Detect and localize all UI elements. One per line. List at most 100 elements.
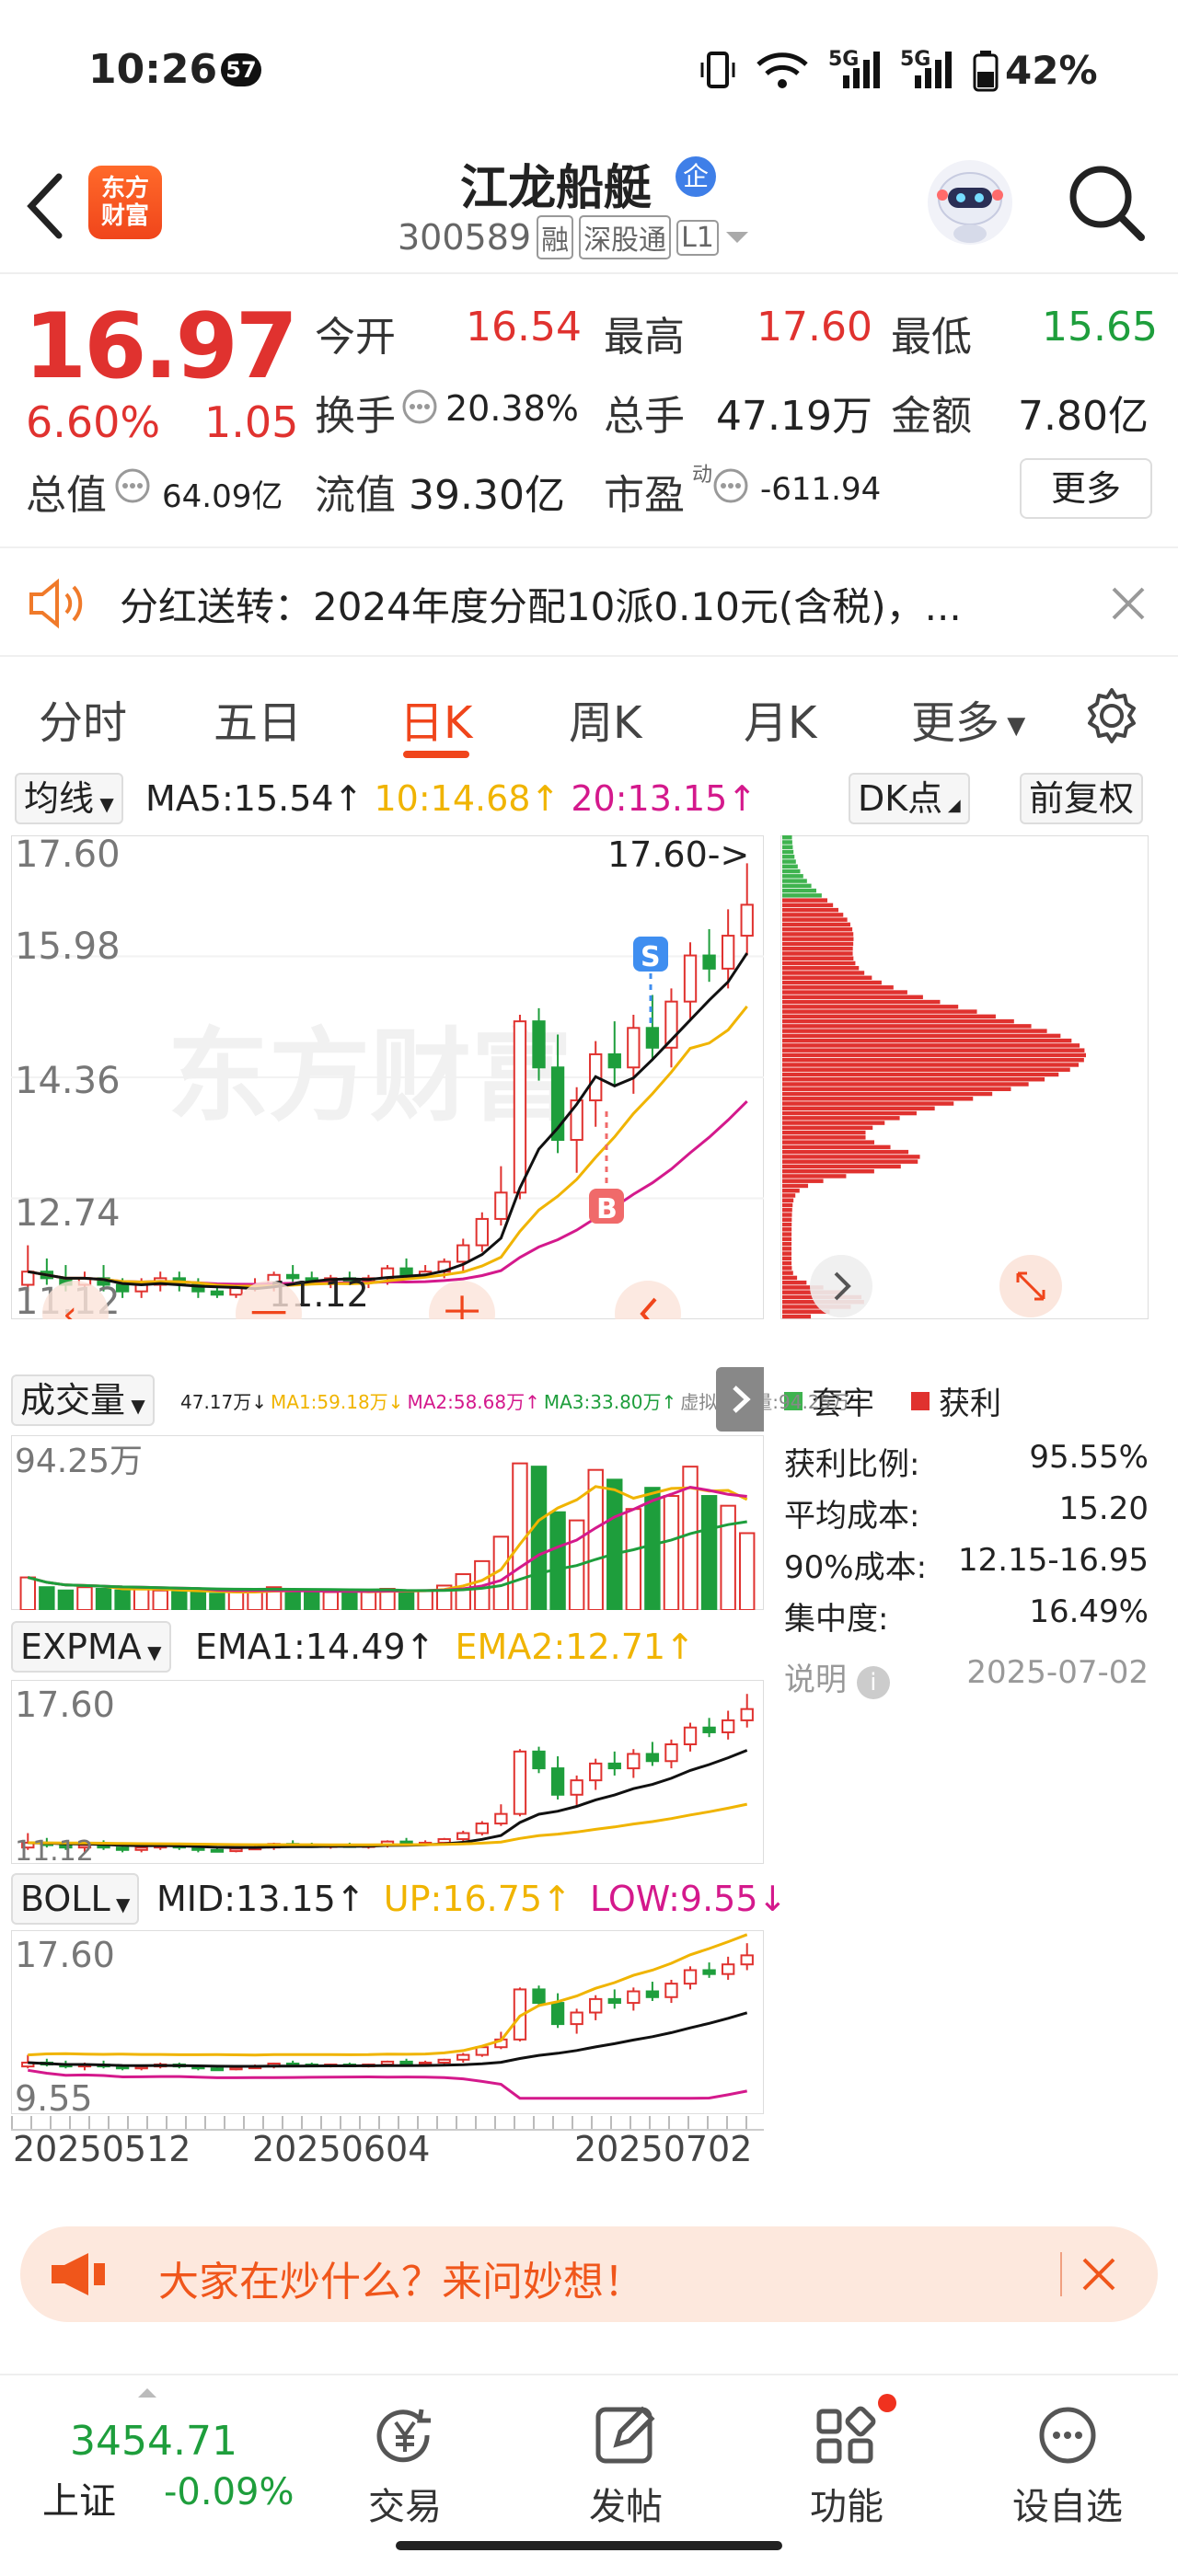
index-change[interactable]: -0.09% xyxy=(164,2471,294,2513)
info-dots-icon[interactable] xyxy=(401,388,438,425)
expma-candle xyxy=(683,1726,698,1746)
expma-candle xyxy=(513,1750,527,1815)
candle xyxy=(740,903,754,937)
chip-bar xyxy=(782,960,856,966)
legend-profit: 获利 xyxy=(939,1386,1001,1422)
chip-stat-row: 获利比例: 95.55% xyxy=(784,1439,1149,1483)
candle xyxy=(513,1020,527,1194)
chip-bar xyxy=(782,941,854,947)
margin-tag: 融 xyxy=(537,215,574,259)
candle xyxy=(399,1267,413,1276)
tab-five-day[interactable]: 五日 xyxy=(214,686,302,751)
tab-intraday[interactable]: 分时 xyxy=(39,686,127,751)
tab-daily-k[interactable]: 日K xyxy=(399,686,472,751)
expma-chart[interactable]: 17.60 11.12 xyxy=(11,1680,764,1864)
info-dots-icon[interactable] xyxy=(114,467,151,504)
dividend-notice-bar[interactable]: 分红送转：2024年度分配10派0.10元(含税)，... xyxy=(0,546,1178,657)
volume-indicator-select[interactable]: 成交量 ▼ xyxy=(11,1374,155,1426)
volume-bar xyxy=(720,1504,736,1610)
volume-bar xyxy=(644,1487,661,1610)
chip-bar xyxy=(782,1260,792,1266)
expand-up-icon[interactable] xyxy=(138,2388,156,2398)
nav-add-watchlist-label: 设自选 xyxy=(1012,2486,1123,2528)
volume-bar xyxy=(133,1587,150,1610)
expma-indicator-select[interactable]: EXPMA ▼ xyxy=(11,1621,171,1673)
volume-bar xyxy=(417,1589,433,1610)
boll-candle xyxy=(210,2067,225,2072)
chip-distribution-chart[interactable] xyxy=(780,835,1149,1319)
info-dots-icon[interactable] xyxy=(712,467,749,504)
expma-y-bottom: 11.12 xyxy=(15,1835,94,1864)
watermark: 东方财富 xyxy=(167,1018,572,1135)
tab-more[interactable]: 更多 ▼ xyxy=(911,686,1025,751)
chip-bar xyxy=(782,999,941,1005)
boll-candle xyxy=(627,1990,641,2005)
candle xyxy=(607,1052,621,1069)
kline-indicator-select[interactable]: 均线 ▼ xyxy=(15,773,123,824)
robot-assistant-icon[interactable] xyxy=(924,156,1016,248)
collapse-panel-button[interactable] xyxy=(716,1367,764,1432)
info-icon[interactable]: i xyxy=(856,1666,890,1699)
chip-bar xyxy=(782,1091,993,1097)
boll-indicator-select[interactable]: BOLL ▼ xyxy=(11,1873,140,1925)
chip-bar xyxy=(782,1005,959,1009)
turnover-label: 换手 xyxy=(315,393,396,440)
vibrate-icon xyxy=(700,52,735,88)
volume-bar xyxy=(284,1589,301,1610)
search-icon[interactable] xyxy=(1064,160,1147,243)
more-button[interactable]: 更多 xyxy=(1020,458,1152,519)
nav-add-watchlist[interactable]: 设自选 xyxy=(994,2394,1141,2530)
volume-bar xyxy=(114,1589,131,1610)
index-name[interactable]: 上证 xyxy=(42,2471,116,2524)
status-bar: 10:26 57 5G 5G 42% xyxy=(0,0,1178,138)
index-value[interactable]: 3454.71 xyxy=(70,2418,237,2465)
close-icon[interactable] xyxy=(1080,2256,1117,2293)
signal-icon xyxy=(843,52,880,88)
red-dot-badge xyxy=(878,2394,896,2412)
ask-banner[interactable]: 大家在炒什么？来问妙想！ xyxy=(20,2226,1158,2322)
chip-stat-row: 90%成本: 12.15-16.95 xyxy=(784,1542,1149,1586)
volume-bar xyxy=(57,1589,75,1610)
boll-mid-value: MID:13.15↑ xyxy=(156,1879,365,1919)
adjust-button[interactable]: 前复权 xyxy=(1020,773,1144,824)
nav-trade[interactable]: 交易 xyxy=(331,2394,479,2530)
volume-chart[interactable]: 94.25万 xyxy=(11,1435,764,1610)
volume-bar xyxy=(739,1532,756,1610)
chip-bar xyxy=(782,1067,1070,1072)
clock: 10:26 xyxy=(88,46,218,93)
chip-bar xyxy=(782,990,907,995)
expma-candle xyxy=(456,1832,470,1841)
chip-bar xyxy=(782,835,792,840)
chip-next-button[interactable] xyxy=(810,1255,872,1317)
chat-dots-icon xyxy=(1039,2407,1096,2464)
open-label: 今开 xyxy=(315,314,396,361)
explain-link[interactable]: 说明 xyxy=(784,1662,847,1698)
back-arrow-icon[interactable] xyxy=(22,169,68,243)
kline-chart[interactable]: 东方财富 17.60 15.98 14.36 12.74 11.12 17.60… xyxy=(11,835,764,1319)
date-label-end: 20250702 xyxy=(574,2129,753,2169)
volume-bar xyxy=(455,1573,471,1610)
close-icon[interactable] xyxy=(1110,585,1147,622)
dk-point-button[interactable]: DK点 ◢ xyxy=(849,773,970,824)
tab-monthly-k[interactable]: 月K xyxy=(744,686,816,751)
chip-bar xyxy=(782,1125,873,1131)
boll-chart[interactable]: 17.60 9.55 xyxy=(11,1930,764,2114)
change-percent: 6.60% xyxy=(26,397,161,447)
pe-value: -611.94 xyxy=(760,471,882,508)
ma10-value: 10:14.68↑ xyxy=(374,778,560,819)
boll-candle xyxy=(645,1990,660,1998)
chip-bar xyxy=(782,1222,792,1227)
volume-bar xyxy=(360,1591,377,1610)
nav-post[interactable]: 发帖 xyxy=(552,2394,699,2530)
boll-candle xyxy=(399,2060,413,2065)
tab-weekly-k[interactable]: 周K xyxy=(569,686,641,751)
chevron-down-icon xyxy=(725,232,748,243)
settings-gear-icon[interactable] xyxy=(1082,686,1141,745)
chip-explain-row[interactable]: 说明 i 2025-07-02 xyxy=(784,1654,1149,1706)
chip-bar xyxy=(782,926,853,932)
chip-bar xyxy=(782,1164,901,1169)
chip-bar xyxy=(782,1247,792,1251)
nav-functions[interactable]: 功能 xyxy=(773,2394,920,2530)
amount-label: 金额 xyxy=(891,393,972,440)
stock-code-row[interactable]: 300589 融 深股通 L1 xyxy=(398,215,750,259)
